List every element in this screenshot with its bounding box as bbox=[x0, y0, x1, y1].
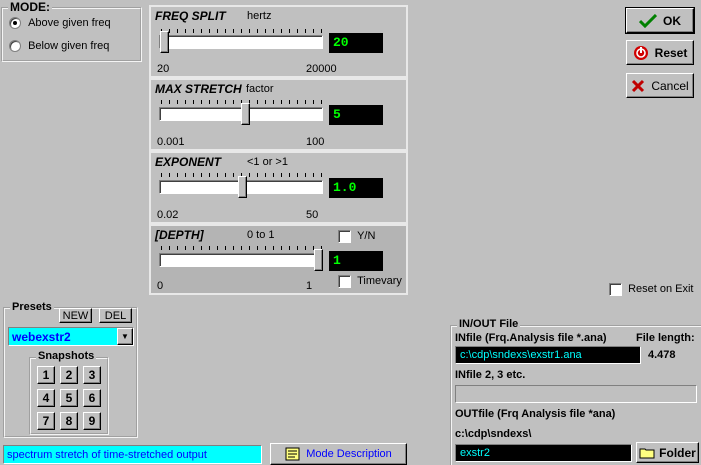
reset-icon bbox=[633, 45, 648, 60]
exponent-panel: EXPONENT <1 or >1 1.0 0.02 50 bbox=[149, 151, 408, 224]
folder-icon bbox=[639, 448, 655, 458]
ok-button-label: OK bbox=[663, 13, 681, 28]
snapshot-8-button[interactable]: 8 bbox=[60, 412, 78, 430]
timevary-checkbox[interactable] bbox=[338, 275, 351, 288]
depth-yn-label: Y/N bbox=[357, 230, 376, 243]
depth-min: 0 bbox=[157, 280, 164, 292]
exponent-max: 50 bbox=[306, 209, 319, 221]
preset-del-button[interactable]: DEL bbox=[99, 308, 132, 323]
file-length-label: File length: bbox=[636, 332, 695, 344]
preset-select-value: webexstr2 bbox=[12, 330, 71, 344]
mode-option-above[interactable]: Above given freq bbox=[9, 17, 111, 30]
status-text-field: spectrum stretch of time-stretched outpu… bbox=[3, 445, 262, 464]
freq-split-track[interactable] bbox=[159, 35, 323, 49]
reset-button[interactable]: Reset bbox=[626, 40, 694, 65]
snapshot-2-button[interactable]: 2 bbox=[60, 366, 78, 384]
max-stretch-unit: factor bbox=[246, 83, 274, 95]
reset-on-exit[interactable]: Reset on Exit bbox=[609, 283, 693, 296]
outfile-dir: c:\cdp\sndexs\ bbox=[455, 428, 532, 440]
snapshot-1-button[interactable]: 1 bbox=[37, 366, 55, 384]
preset-select[interactable]: webexstr2 ▼ bbox=[8, 327, 134, 346]
freq-split-max: 20000 bbox=[306, 63, 337, 75]
depth-timevary[interactable]: Timevary bbox=[338, 275, 402, 288]
mode-title: MODE: bbox=[8, 0, 52, 14]
snapshot-6-button[interactable]: 6 bbox=[83, 389, 101, 407]
exponent-min: 0.02 bbox=[157, 209, 179, 221]
depth-value[interactable]: 1 bbox=[329, 251, 383, 271]
freq-split-min: 20 bbox=[157, 63, 170, 75]
freq-split-value[interactable]: 20 bbox=[329, 33, 383, 53]
depth-yn-checkbox[interactable] bbox=[338, 230, 351, 243]
status-text: spectrum stretch of time-stretched outpu… bbox=[7, 449, 207, 461]
snapshot-4-button[interactable]: 4 bbox=[37, 389, 55, 407]
outfile-field[interactable]: exstr2 bbox=[455, 444, 632, 462]
snapshot-7-button[interactable]: 7 bbox=[37, 412, 55, 430]
depth-yn[interactable]: Y/N bbox=[338, 230, 375, 243]
freq-split-unit: hertz bbox=[247, 10, 272, 22]
max-stretch-min: 0.001 bbox=[157, 136, 185, 148]
exponent-value[interactable]: 1.0 bbox=[329, 178, 383, 198]
snapshot-9-button[interactable]: 9 bbox=[83, 412, 101, 430]
mode-description-label: Mode Description bbox=[306, 448, 392, 460]
infile2-field[interactable] bbox=[455, 385, 697, 403]
radio-above[interactable] bbox=[9, 17, 21, 30]
freq-split-title: FREQ SPLIT bbox=[155, 9, 226, 23]
timevary-label: Timevary bbox=[357, 275, 402, 288]
mode-group bbox=[1, 7, 142, 62]
chevron-down-icon: ▼ bbox=[121, 332, 129, 341]
folder-button-label: Folder bbox=[659, 445, 696, 460]
cancel-button[interactable]: Cancel bbox=[626, 73, 694, 98]
snapshots-title: Snapshots bbox=[36, 350, 97, 362]
infile-label: INfile (Frq.Analysis file *.ana) bbox=[455, 332, 607, 344]
exponent-title: EXPONENT bbox=[155, 155, 222, 169]
reset-on-exit-checkbox[interactable] bbox=[609, 283, 622, 296]
snapshot-5-button[interactable]: 5 bbox=[60, 389, 78, 407]
cancel-button-label: Cancel bbox=[651, 78, 689, 93]
exponent-thumb[interactable] bbox=[238, 176, 247, 198]
reset-button-label: Reset bbox=[654, 45, 688, 60]
file-length-value: 4.478 bbox=[648, 349, 676, 361]
depth-track[interactable] bbox=[159, 253, 323, 267]
reset-on-exit-label: Reset on Exit bbox=[628, 283, 694, 296]
mode-description-button[interactable]: Mode Description bbox=[270, 443, 407, 465]
freq-split-panel: FREQ SPLIT hertz 20 20 20000 bbox=[149, 5, 408, 78]
folder-button[interactable]: Folder bbox=[636, 442, 699, 463]
presets-title: Presets bbox=[10, 301, 54, 313]
max-stretch-thumb[interactable] bbox=[241, 103, 250, 125]
depth-max: 1 bbox=[306, 280, 313, 292]
freq-split-ticks bbox=[161, 29, 323, 33]
depth-panel: [DEPTH] 0 to 1 Y/N 1 Timevary 0 1 bbox=[149, 224, 408, 295]
mode-option-below-label: Below given freq bbox=[28, 40, 110, 52]
snapshot-3-button[interactable]: 3 bbox=[83, 366, 101, 384]
outfile-label: OUTfile (Frq Analysis file *ana) bbox=[455, 408, 616, 420]
cross-icon bbox=[632, 79, 645, 92]
mode-option-below[interactable]: Below given freq bbox=[9, 40, 110, 53]
depth-unit: 0 to 1 bbox=[247, 229, 275, 241]
depth-thumb[interactable] bbox=[314, 249, 323, 271]
max-stretch-max: 100 bbox=[306, 136, 325, 148]
max-stretch-value[interactable]: 5 bbox=[329, 105, 383, 125]
infile-field[interactable]: c:\cdp\sndexs\exstr1.ana bbox=[455, 346, 641, 364]
max-stretch-panel: MAX STRETCH factor 5 0.001 100 bbox=[149, 78, 408, 151]
depth-ticks bbox=[161, 246, 323, 250]
io-title: IN/OUT File bbox=[457, 318, 521, 330]
checkmark-icon bbox=[639, 13, 657, 28]
exponent-unit: <1 or >1 bbox=[247, 156, 288, 168]
depth-title: [DEPTH] bbox=[155, 228, 204, 242]
preset-dropdown-button[interactable]: ▼ bbox=[117, 328, 133, 345]
ok-button[interactable]: OK bbox=[625, 7, 695, 34]
freq-split-thumb[interactable] bbox=[160, 31, 169, 53]
preset-new-button[interactable]: NEW bbox=[59, 308, 92, 323]
infile2-label: INfile 2, 3 etc. bbox=[455, 369, 526, 381]
mode-option-above-label: Above given freq bbox=[28, 17, 111, 29]
radio-below[interactable] bbox=[9, 40, 21, 53]
max-stretch-title: MAX STRETCH bbox=[155, 82, 242, 96]
document-icon bbox=[285, 447, 300, 460]
